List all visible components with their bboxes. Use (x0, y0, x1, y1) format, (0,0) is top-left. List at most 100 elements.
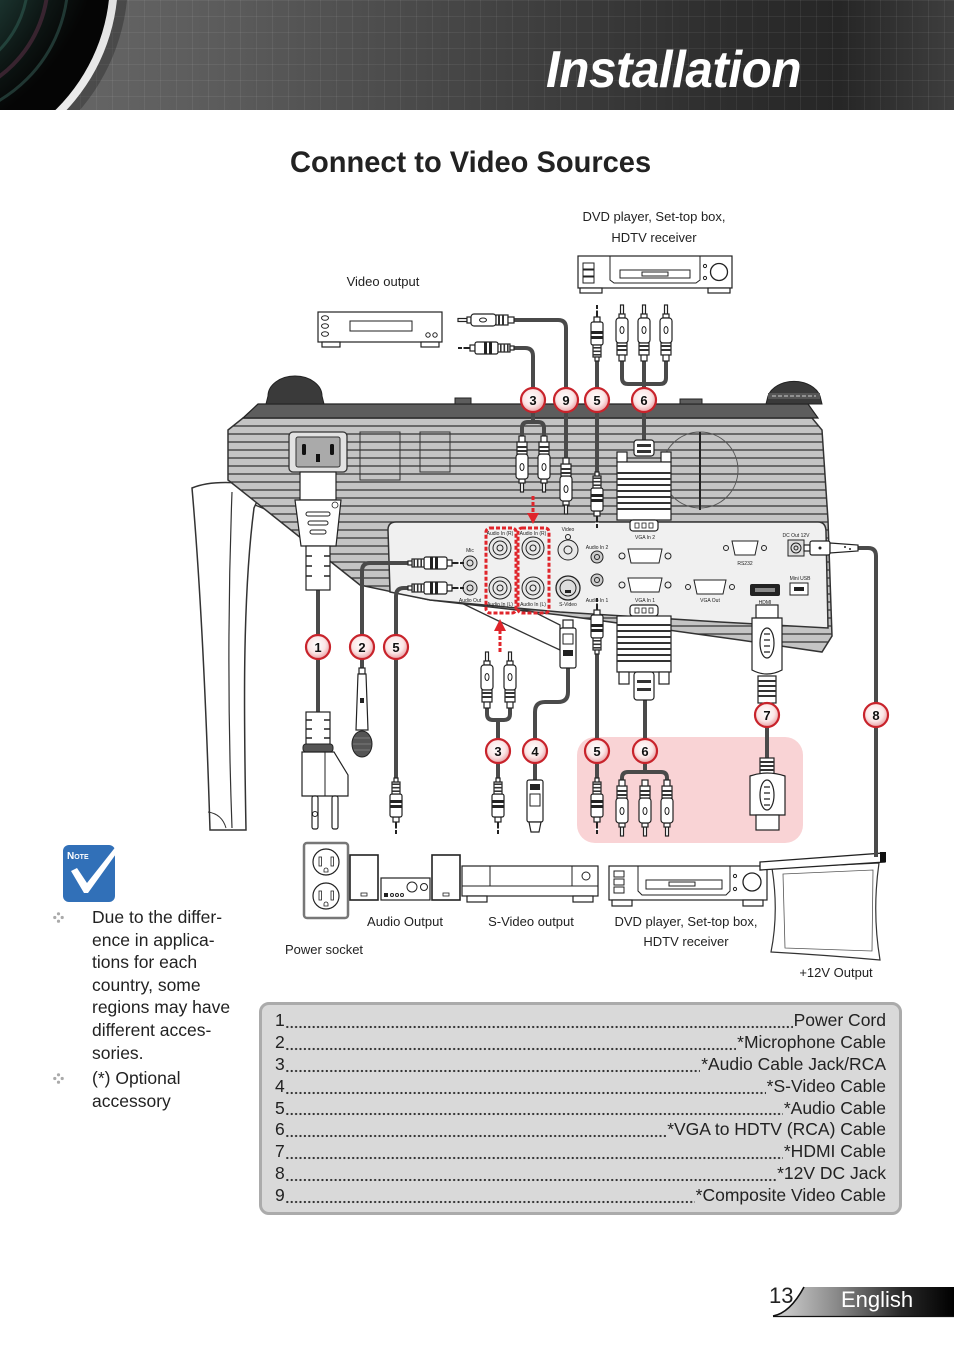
callout-badge: 2 (348, 633, 376, 661)
svg-text:5: 5 (392, 640, 399, 655)
callout-badge: 6 (631, 737, 659, 765)
svg-text:Note: Note (67, 851, 89, 862)
svg-text:3: 3 (494, 744, 501, 759)
audio-output-label: Audio Output (367, 914, 443, 929)
power-inlet-icon (288, 431, 348, 473)
mini-usb-port: Mini USB (789, 576, 812, 596)
language-label: English (841, 1287, 914, 1312)
callout-badge: 3 (519, 386, 547, 414)
top-dvd-player-icon (577, 255, 733, 294)
svg-text:8: 8 (872, 708, 879, 723)
audio-jack-plug-icon (590, 304, 604, 362)
svideo-port: S-Video (555, 575, 581, 608)
legend-item: 8 *12V DC Jack (275, 1163, 886, 1184)
svideo-player-icon (461, 865, 599, 903)
legend-item: 9 *Composite Video Cable (275, 1185, 886, 1206)
svg-text:6: 6 (640, 393, 647, 408)
note-list: Due to the differ- ence in applica- tion… (53, 906, 243, 1112)
hdmi-plug-icon (751, 604, 783, 704)
callout-badge: 6 (630, 386, 658, 414)
bottom-dvd-label-line1: DVD player, Set-top box, (614, 914, 757, 929)
legend-item: 2 *Microphone Cable (275, 1031, 886, 1052)
audio-system-icon (349, 854, 461, 901)
left-foot-icon (265, 375, 325, 405)
top-dvd-label-line1: DVD player, Set-top box, (582, 209, 725, 224)
svg-text:6: 6 (641, 744, 648, 759)
svg-text:5: 5 (593, 393, 600, 408)
svg-text:Mini USB: Mini USB (790, 576, 812, 582)
callout-badge: 5 (583, 737, 611, 765)
svg-text:Audio In 2: Audio In 2 (586, 545, 609, 551)
power-socket-label: Power socket (285, 942, 363, 957)
video-output-device-icon (317, 311, 443, 348)
legend-item: 4 *S-Video Cable (275, 1075, 886, 1096)
bullet-icon (53, 1073, 64, 1084)
svg-text:Audio Out: Audio Out (459, 598, 482, 604)
callout-badge: 4 (521, 737, 549, 765)
v12-output-label: +12V Output (799, 965, 873, 980)
rca-plug-icon (480, 651, 494, 709)
svg-text:Audio In (R): Audio In (R) (520, 531, 547, 537)
dc-jack-plug-icon (803, 540, 859, 556)
svg-text:VGA In 1: VGA In 1 (635, 598, 655, 604)
svideo-plug-icon (526, 779, 544, 833)
svg-text:Audio In (R): Audio In (R) (487, 531, 514, 537)
callout-badge: 5 (382, 633, 410, 661)
note-item: (*) Optional accessory (53, 1067, 243, 1112)
rca-plug-icon (659, 304, 673, 362)
cable-legend: 1 Power Cord 2 *Microphone Cable 3 *Audio C… (259, 1002, 902, 1215)
legend-item: 6 *VGA to HDTV (RCA) Cable (275, 1119, 886, 1140)
callout-badge: 9 (552, 386, 580, 414)
svg-text:VGA Out: VGA Out (700, 598, 720, 604)
svg-text:Audio In (L): Audio In (L) (487, 602, 513, 608)
svg-text:Video: Video (562, 527, 575, 533)
svg-text:Audio In (L): Audio In (L) (520, 602, 546, 608)
svg-text:S-Video: S-Video (559, 602, 577, 608)
svg-text:7: 7 (763, 708, 770, 723)
svg-text:4: 4 (531, 744, 539, 759)
projection-screen-icon (759, 852, 886, 961)
svg-text:9: 9 (562, 393, 569, 408)
bottom-dvd-label-line2: HDTV receiver (643, 934, 729, 949)
audio-in-l-port-2: Audio In (L) (520, 576, 546, 608)
vga-plug-icon (616, 604, 672, 701)
power-cord-connector-icon (294, 471, 342, 591)
right-foot-icon (765, 380, 823, 405)
rca-plug-icon (637, 304, 651, 362)
rca-plug-icon (503, 651, 517, 709)
page-number: 13 (769, 1283, 794, 1308)
page-footer: 13 English (760, 1280, 954, 1320)
audio-in-l-port-1: Audio In (L) (487, 576, 513, 608)
power-plug-icon (301, 711, 349, 830)
audio-jack-plug-icon (491, 777, 505, 835)
legend-item: 1 Power Cord (275, 1009, 886, 1030)
audio-jack-plug-icon (389, 777, 403, 835)
callout-badge: 1 (304, 633, 332, 661)
svg-text:DC Out 12V: DC Out 12V (783, 533, 811, 539)
note-icon: Note (63, 840, 126, 902)
composite-plug-icon (457, 313, 515, 327)
bottom-dvd-player-icon (608, 865, 768, 907)
note-item: Due to the differ- ence in applica- tion… (53, 906, 243, 1064)
svideo-plug-icon (559, 619, 577, 669)
bullet-icon (53, 912, 64, 923)
power-socket-icon (302, 841, 350, 920)
legend-item: 3 *Audio Cable Jack/RCA (275, 1053, 886, 1074)
callout-badge: 5 (583, 386, 611, 414)
connection-diagram: DVD player, Set-top box, HDTV receiver V… (191, 209, 890, 980)
legend-item: 5 *Audio Cable (275, 1097, 886, 1118)
svg-text:VGA In 2: VGA In 2 (635, 535, 655, 541)
svg-text:1: 1 (314, 640, 321, 655)
callout-badge: 7 (753, 701, 781, 729)
svg-text:Mic: Mic (466, 548, 474, 554)
svideo-output-label: S-Video output (488, 914, 574, 929)
audio-jack-plug-icon (457, 341, 515, 355)
svg-text:RS232: RS232 (737, 561, 753, 567)
top-dvd-label-line2: HDTV receiver (611, 230, 697, 245)
microphone-icon (351, 667, 373, 758)
video-output-label: Video output (347, 274, 420, 289)
legend-item: 7 *HDMI Cable (275, 1141, 886, 1162)
svg-text:3: 3 (529, 393, 536, 408)
rca-plug-icon (615, 304, 629, 362)
callout-badge: 8 (862, 701, 890, 729)
